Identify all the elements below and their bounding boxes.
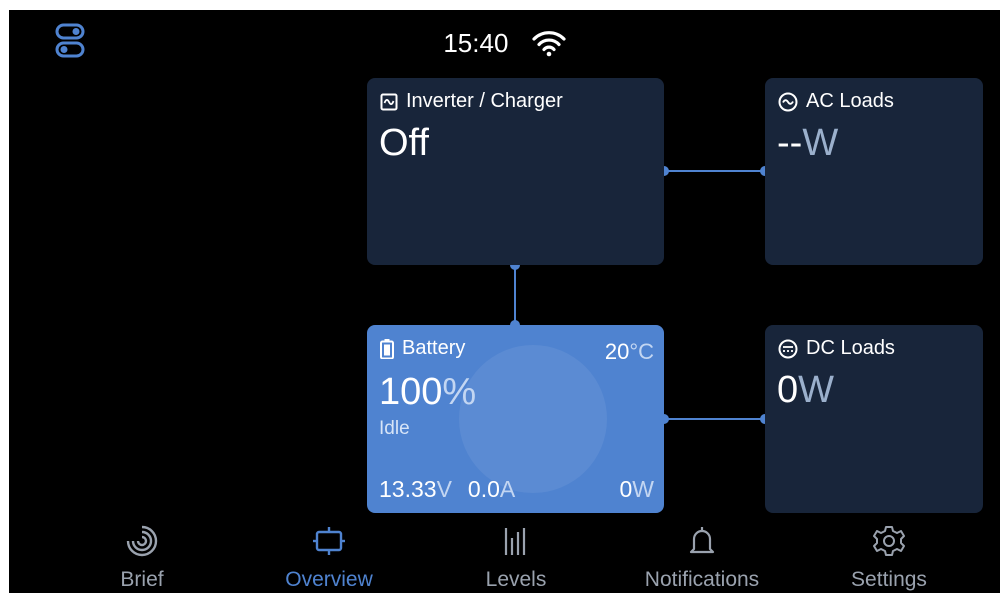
battery-temperature: 20°C xyxy=(605,339,654,365)
battery-soc-unit: % xyxy=(442,371,477,413)
overview-icon xyxy=(313,527,345,555)
nav-brief[interactable]: Brief xyxy=(52,520,232,593)
dc-loads-unit: W xyxy=(798,369,835,411)
gear-icon xyxy=(873,526,905,556)
ac-loads-card[interactable]: AC Loads --W xyxy=(765,78,983,265)
battery-card[interactable]: Battery 20°C 100% Idle 13.33V 0.0A 0W xyxy=(367,325,664,513)
nav-notifications-label: Notifications xyxy=(644,568,760,591)
inverter-card-header: Inverter / Charger xyxy=(380,90,563,113)
nav-settings-label: Settings xyxy=(851,568,927,591)
battery-title: Battery xyxy=(402,337,466,359)
dc-loads-header: DC Loads xyxy=(778,337,895,360)
inverter-card[interactable]: Inverter / Charger Off xyxy=(367,78,664,265)
nav-overview-label: Overview xyxy=(285,568,373,591)
levels-icon xyxy=(504,528,526,555)
nav-levels[interactable]: Levels xyxy=(426,520,606,593)
connector-battery-dc xyxy=(664,418,765,420)
clock-time: 15:40 xyxy=(443,27,509,58)
dc-loads-title: DC Loads xyxy=(806,337,895,359)
bell-icon xyxy=(689,527,715,554)
ac-loads-unit: W xyxy=(802,122,839,164)
battery-temp-value: 20 xyxy=(604,339,630,364)
wifi-icon xyxy=(532,31,566,57)
ac-loads-number: -- xyxy=(777,122,803,164)
battery-current-value: 0.0 xyxy=(467,476,500,502)
inverter-state: Off xyxy=(379,122,429,164)
connector-inverter-ac xyxy=(664,170,765,172)
bottom-nav: Brief Overview Levels Notifications Sett… xyxy=(9,520,1000,593)
battery-icon xyxy=(380,338,394,359)
app-screen: 15:40 Inverter / Charger Off AC Loads --… xyxy=(9,10,1000,593)
ac-loads-header: AC Loads xyxy=(778,90,894,113)
battery-readings: 13.33V 0.0A 0W xyxy=(379,476,654,503)
battery-soc: 100% xyxy=(379,371,476,414)
dc-loads-card[interactable]: DC Loads 0W xyxy=(765,325,983,513)
connector-inverter-battery xyxy=(514,265,516,325)
battery-voltage-unit: V xyxy=(436,476,452,502)
battery-voltage: 13.33V xyxy=(379,476,452,503)
dc-icon xyxy=(778,339,798,358)
battery-power-value: 0 xyxy=(619,476,633,502)
dc-loads-number: 0 xyxy=(777,369,799,411)
nav-settings[interactable]: Settings xyxy=(799,520,979,593)
brief-icon xyxy=(126,525,158,557)
ac-loads-value: --W xyxy=(777,122,838,165)
battery-glow xyxy=(459,345,607,493)
dc-loads-value: 0W xyxy=(777,369,834,412)
nav-levels-label: Levels xyxy=(485,568,547,591)
battery-power-unit: W xyxy=(632,476,654,502)
ac-icon xyxy=(778,92,798,111)
battery-soc-value: 100 xyxy=(379,371,443,413)
battery-voltage-value: 13.33 xyxy=(379,476,437,502)
battery-header: Battery xyxy=(380,337,465,360)
battery-current: 0.0A xyxy=(468,476,515,503)
battery-power: 0W xyxy=(619,476,654,503)
nav-overview[interactable]: Overview xyxy=(239,520,419,593)
battery-temp-unit: °C xyxy=(629,339,654,364)
nav-brief-label: Brief xyxy=(120,568,164,591)
battery-state: Idle xyxy=(379,418,410,439)
nav-notifications[interactable]: Notifications xyxy=(612,520,792,593)
status-bar: 15:40 xyxy=(9,26,1000,59)
ac-loads-title: AC Loads xyxy=(806,90,894,112)
inverter-title: Inverter / Charger xyxy=(406,90,563,112)
inverter-icon xyxy=(380,93,398,110)
battery-current-unit: A xyxy=(499,476,516,502)
